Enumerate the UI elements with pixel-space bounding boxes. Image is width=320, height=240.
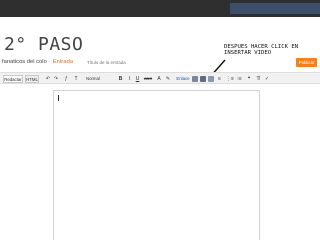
quote-button[interactable]: ❝: [246, 75, 252, 83]
bold-button[interactable]: B: [118, 75, 123, 83]
link-button[interactable]: Enlace: [176, 75, 190, 83]
bullet-list-button[interactable]: ⁝≡: [236, 75, 243, 83]
numbered-list-button[interactable]: ⋮≡: [226, 75, 234, 83]
strikethrough-button[interactable]: ABC: [143, 75, 153, 83]
spellcheck-button[interactable]: ✓: [264, 75, 270, 83]
image-icon[interactable]: [192, 76, 198, 82]
editor-toolbar: Redactar HTML ↶ ↷ ƒ T Normal B I U ABC A…: [0, 72, 320, 84]
tab-compose[interactable]: Redactar: [3, 75, 23, 83]
annotation-text: DESPUES HACER CLICK EN INSERTAR VIDEO: [224, 44, 299, 57]
align-button[interactable]: ≡: [216, 75, 223, 83]
slide-title: 2° PASO: [4, 34, 84, 55]
italic-button[interactable]: I: [127, 75, 132, 83]
blogger-header: fanaticos del colo·Entrada Publicar: [0, 58, 320, 70]
font-size-button[interactable]: T: [73, 75, 79, 83]
entry-label: Entrada: [52, 59, 74, 65]
redo-icon[interactable]: ↷: [53, 75, 59, 83]
post-editor[interactable]: [53, 90, 260, 240]
underline-button[interactable]: U: [135, 75, 140, 83]
slide-top-bar: [0, 0, 320, 17]
publish-button[interactable]: Publicar: [296, 58, 317, 67]
format-select[interactable]: Normal: [84, 75, 112, 83]
blog-name[interactable]: fanaticos del colo: [2, 59, 47, 65]
blog-breadcrumb: fanaticos del colo · Entrada: [2, 59, 73, 65]
font-family-button[interactable]: ƒ: [63, 75, 69, 83]
highlight-button[interactable]: ✎: [165, 75, 171, 83]
text-cursor: [58, 95, 59, 101]
breadcrumb-separator: ·: [48, 59, 51, 65]
post-title-input[interactable]: [86, 59, 216, 66]
video-icon[interactable]: [200, 76, 206, 82]
text-color-button[interactable]: A: [156, 75, 162, 83]
tab-html[interactable]: HTML: [25, 75, 39, 83]
slide-top-bar-accent: [230, 3, 320, 14]
clear-formatting-button[interactable]: T̸: [255, 75, 261, 83]
jump-break-icon[interactable]: [208, 76, 214, 82]
undo-icon[interactable]: ↶: [45, 75, 51, 83]
